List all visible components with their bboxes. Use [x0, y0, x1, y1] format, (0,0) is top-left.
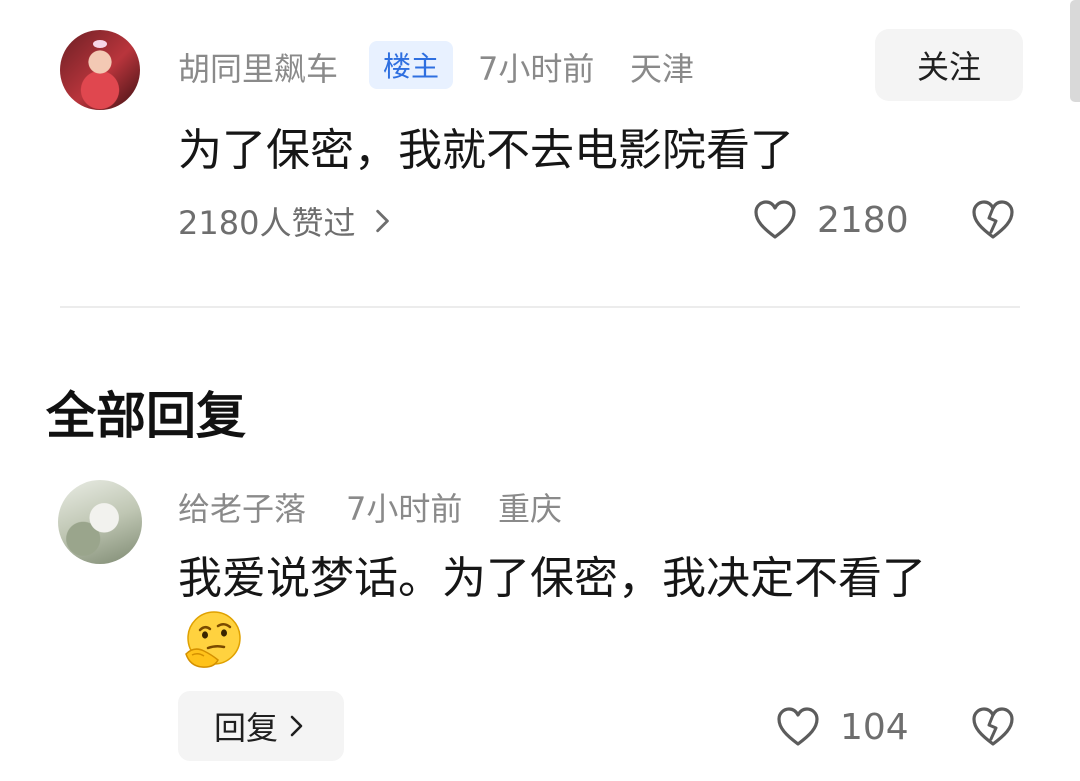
- divider: [60, 306, 1020, 308]
- section-title: 全部回复: [46, 387, 246, 445]
- broken-heart-icon: [972, 200, 1014, 239]
- like-button[interactable]: 2180: [753, 199, 909, 241]
- like-count: 2180: [817, 199, 909, 241]
- comment-text: 为了保密，我就不去电影院看了: [178, 125, 794, 176]
- heart-icon: [754, 200, 796, 239]
- scrollbar[interactable]: [1070, 0, 1080, 102]
- author-name[interactable]: 胡同里飙车: [178, 44, 338, 90]
- reply-location: 重庆: [498, 490, 563, 528]
- reply-dislike-button[interactable]: [971, 706, 1015, 748]
- comment-time: 7小时前: [478, 50, 595, 88]
- author-avatar[interactable]: [60, 30, 140, 110]
- heart-icon: [777, 707, 819, 746]
- reply-like-count: 104: [840, 706, 909, 748]
- chevron-right-icon: [376, 209, 390, 233]
- follow-button[interactable]: 关注: [875, 29, 1023, 101]
- comment-location: 天津: [630, 50, 695, 88]
- broken-heart-icon: [972, 707, 1014, 746]
- liked-by-link[interactable]: 2180人赞过: [178, 198, 395, 244]
- reply-button[interactable]: 回复: [178, 691, 344, 761]
- liked-by-label: 2180人赞过: [178, 204, 356, 242]
- dislike-button[interactable]: [971, 199, 1015, 241]
- reply-like-button[interactable]: 104: [776, 706, 909, 748]
- owner-badge: 楼主: [369, 41, 453, 89]
- reply-time: 7小时前: [346, 490, 463, 528]
- reply-text: 我爱说梦话。为了保密，我决定不看了: [178, 553, 926, 604]
- reply-author-name[interactable]: 给老子落: [178, 484, 306, 530]
- thinking-face-emoji: [185, 611, 241, 668]
- reply-button-label: 回复: [213, 709, 278, 747]
- chevron-right-icon: [290, 715, 303, 737]
- reply-author-avatar[interactable]: [58, 480, 142, 564]
